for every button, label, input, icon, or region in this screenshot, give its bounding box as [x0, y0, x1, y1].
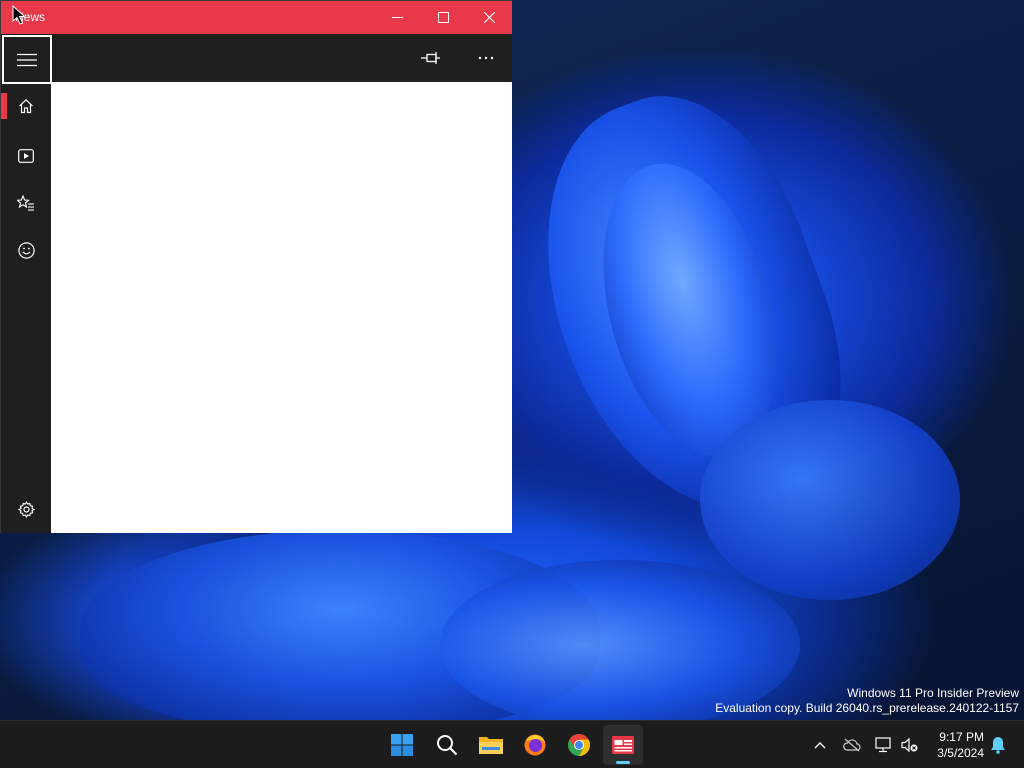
hamburger-icon [17, 53, 37, 66]
clock[interactable]: 9:17 PM 3/5/2024 [928, 729, 984, 761]
app-toolbar [51, 34, 512, 82]
navigation-pane [1, 34, 52, 533]
watermark-edition: Windows 11 Pro Insider Preview [847, 686, 1019, 700]
more-options-button[interactable] [462, 34, 510, 82]
star-list-icon [17, 195, 34, 211]
network-icon [875, 737, 891, 753]
clock-time: 9:17 PM [939, 730, 984, 744]
volume-muted-icon [901, 737, 918, 753]
chevron-up-icon [814, 742, 826, 749]
nav-item-favorites[interactable] [1, 180, 51, 226]
network-tray-button[interactable] [872, 734, 896, 756]
pin-button[interactable] [407, 34, 455, 82]
nav-item-video[interactable] [1, 133, 51, 179]
maximize-button[interactable] [420, 1, 466, 34]
close-button[interactable] [466, 1, 512, 34]
watermark-build: Evaluation copy. Build 26040.rs_prerelea… [715, 701, 1019, 715]
firefox-button[interactable] [515, 725, 555, 765]
show-hidden-icons-button[interactable] [808, 734, 832, 756]
news-app-button[interactable] [603, 725, 643, 765]
onedrive-tray-button[interactable] [840, 734, 864, 756]
chrome-button[interactable] [559, 725, 599, 765]
hamburger-menu-button[interactable] [2, 35, 52, 84]
start-button[interactable] [382, 725, 422, 765]
chrome-icon [568, 734, 590, 756]
home-icon [19, 98, 33, 114]
wallpaper-bloom [700, 400, 960, 600]
pin-icon [421, 52, 440, 64]
maximize-icon [437, 12, 449, 23]
minimize-icon [391, 17, 403, 18]
title-bar[interactable]: News [1, 1, 512, 34]
cloud-offline-icon [843, 738, 861, 752]
clock-date: 3/5/2024 [937, 746, 984, 760]
windows-start-icon [391, 734, 413, 756]
minimize-button[interactable] [374, 1, 420, 34]
evaluation-watermark: Windows 11 Pro Insider Preview Evaluatio… [715, 686, 1019, 716]
notifications-button[interactable] [986, 734, 1010, 756]
more-icon [478, 56, 494, 60]
smiley-icon [17, 241, 35, 259]
nav-item-interests[interactable] [1, 227, 51, 273]
search-icon [437, 735, 458, 756]
taskbar: 9:17 PM 3/5/2024 [0, 720, 1024, 768]
search-button[interactable] [427, 725, 467, 765]
firefox-icon [524, 734, 546, 756]
news-app-window: News [0, 0, 512, 533]
bell-icon [991, 737, 1005, 754]
file-explorer-button[interactable] [471, 725, 511, 765]
video-icon [18, 149, 34, 163]
content-area [51, 82, 512, 533]
volume-tray-button[interactable] [898, 734, 922, 756]
gear-icon [17, 500, 35, 518]
nav-item-home[interactable] [1, 83, 51, 129]
folder-icon [479, 737, 503, 754]
news-icon [612, 736, 634, 754]
settings-button[interactable] [1, 486, 51, 532]
close-icon [483, 12, 495, 23]
mouse-cursor-icon [12, 5, 26, 25]
